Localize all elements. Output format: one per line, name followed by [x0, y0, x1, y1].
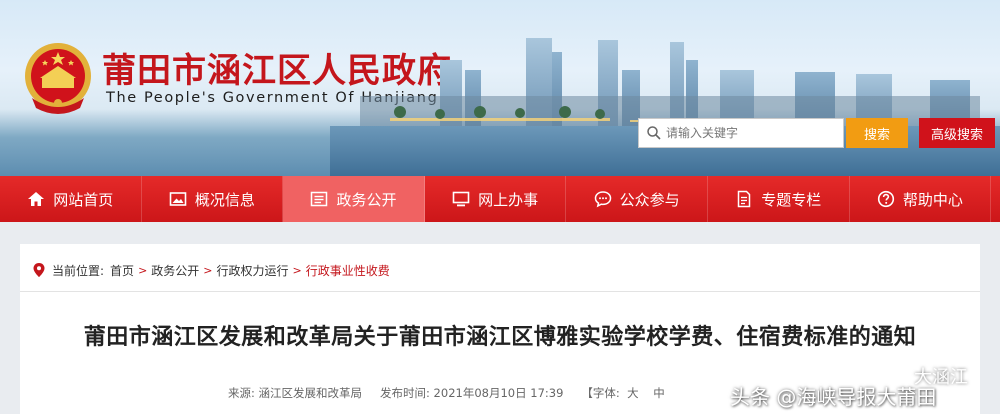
breadcrumb-separator-icon: > — [138, 263, 148, 277]
picture-icon — [169, 192, 187, 206]
main-nav: 网站首页 概况信息 政务公开 网上办事 公众参与 专题专栏 帮助中心 — [0, 176, 1000, 222]
monitor-icon — [452, 191, 470, 207]
location-pin-icon — [33, 263, 45, 277]
watermark-top-text: 大涵江 — [914, 367, 968, 388]
breadcrumb-divider — [20, 291, 980, 292]
nav-item-label: 专题专栏 — [761, 190, 822, 209]
nav-item-help-center[interactable]: 帮助中心 — [850, 176, 992, 222]
watermark: 大涵江 头条 @海峡导报大莆田 — [722, 363, 1000, 414]
document-icon — [738, 190, 751, 208]
article-source: 来源: 涵江区发展和改革局 — [228, 386, 363, 400]
breadcrumb-item-government-affairs[interactable]: 政务公开 — [151, 262, 199, 279]
article-title: 莆田市涵江区发展和改革局关于莆田市涵江区博雅实验学校学费、住宿费标准的通知 — [83, 325, 917, 350]
nav-item-overview[interactable]: 概况信息 — [142, 176, 284, 222]
breadcrumb-item-fees[interactable]: 行政事业性收费 — [306, 262, 390, 279]
list-icon — [311, 191, 328, 207]
breadcrumb-prefix: 当前位置: — [52, 263, 105, 278]
nav-item-label: 网站首页 — [53, 190, 114, 209]
breadcrumb: 当前位置: 首页 > 政务公开 > 行政权力运行 > 行政事业性收费 — [32, 259, 390, 281]
font-size-switcher[interactable]: 【字体: 大 中 — [581, 385, 664, 401]
advanced-search-button[interactable]: 高级搜索 — [919, 118, 995, 148]
nav-item-label: 网上办事 — [478, 190, 539, 209]
national-emblem-icon — [25, 43, 91, 114]
watermark-bottom-text: 头条 @海峡导报大莆田 — [730, 385, 937, 409]
nav-item-special-topics[interactable]: 专题专栏 — [708, 176, 850, 222]
breadcrumb-item-administrative-power[interactable]: 行政权力运行 — [217, 262, 289, 279]
article-published-time: 发布时间: 2021年08月10日 17:39 — [380, 386, 564, 400]
breadcrumb-separator-icon: > — [292, 263, 302, 277]
nav-item-label: 政务公开 — [336, 190, 397, 209]
nav-item-label: 概况信息 — [194, 190, 255, 209]
nav-item-online-services[interactable]: 网上办事 — [425, 176, 567, 222]
nav-item-label: 帮助中心 — [902, 190, 963, 209]
breadcrumb-item-home[interactable]: 首页 — [110, 262, 134, 279]
nav-item-label: 公众参与 — [619, 190, 680, 209]
search-icon — [647, 126, 661, 140]
search-button[interactable]: 搜索 — [846, 118, 908, 148]
breadcrumb-separator-icon: > — [203, 263, 213, 277]
nav-item-public-participation[interactable]: 公众参与 — [566, 176, 708, 222]
search-box — [638, 118, 844, 148]
header-banner: 莆田市涵江区人民政府 The People's Government Of Ha… — [0, 0, 1000, 176]
city-skyline-image — [330, 38, 1000, 176]
article-meta: 来源: 涵江区发展和改革局 发布时间: 2021年08月10日 17:39 【字… — [228, 385, 665, 401]
home-icon — [28, 192, 45, 206]
nav-item-home[interactable]: 网站首页 — [0, 176, 142, 222]
nav-item-government-affairs[interactable]: 政务公开 — [283, 176, 425, 222]
help-icon — [877, 190, 894, 208]
chat-icon — [594, 191, 611, 208]
search-input[interactable] — [666, 126, 836, 140]
